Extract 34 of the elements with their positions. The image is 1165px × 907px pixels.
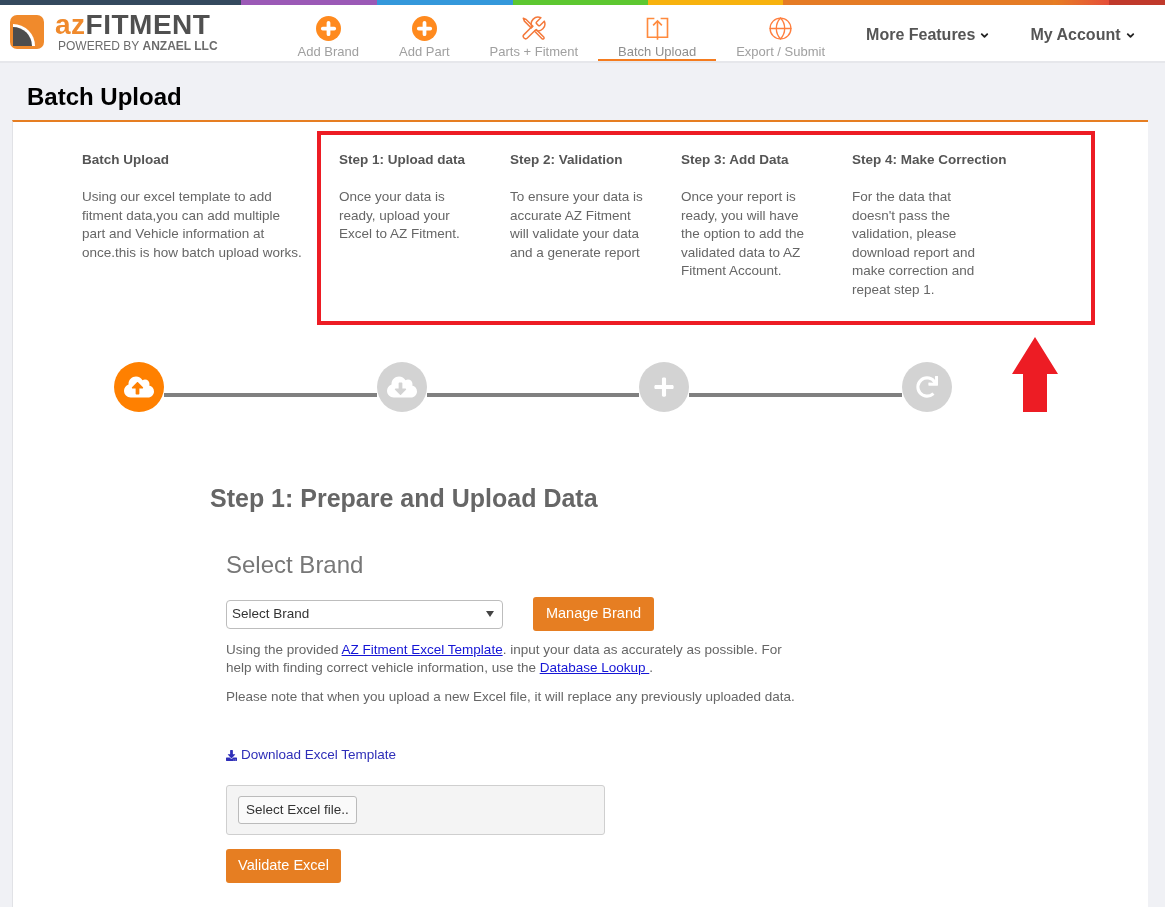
- plus-circle-icon: [315, 16, 341, 41]
- step-text: Once your data is ready, upload your Excel to AZ Fitment.: [339, 188, 461, 243]
- help-link[interactable]: AZ Fitment Excel Template: [341, 642, 503, 657]
- page-title: Batch Upload: [27, 82, 183, 112]
- step-text: For the data that doesn't pass the validation, please download report and make correction and repeat step 1.: [852, 188, 977, 299]
- step-text: Once your report is ready, you will have the option to add the validated data to AZ Fitment Account.: [681, 188, 806, 280]
- logo-wordmark: azFITMENT: [55, 12, 212, 38]
- step-title: Step 2: Validation: [510, 151, 624, 169]
- download-template-link[interactable]: Download Excel Template: [226, 746, 397, 764]
- logo-tagline: POWERED BY ANZAEL LLC: [58, 39, 218, 53]
- menu-dropdown[interactable]: My Account: [1030, 23, 1136, 47]
- brand-select[interactable]: Select Brand: [226, 599, 503, 629]
- step-text: To ensure your data is accurate AZ Fitment will validate your data and a generate report: [510, 188, 644, 262]
- globe-icon: [768, 16, 794, 41]
- step-title: Step 3: Add Data: [681, 151, 790, 169]
- menu-dropdown[interactable]: More Features: [866, 23, 991, 47]
- wrench-screwdriver-icon: [521, 16, 547, 41]
- replace-note: Please note that when you upload a new Excel file, it will replace any previously uploaded data.: [226, 688, 795, 706]
- select-file-button[interactable]: Select Excel file..: [238, 796, 357, 824]
- caret-down-icon: [486, 611, 494, 617]
- help-link[interactable]: Database Lookup: [539, 660, 650, 675]
- file-picker-field[interactable]: Select Excel file..: [226, 785, 605, 835]
- section-heading: Step 1: Prepare and Upload Data: [210, 483, 598, 513]
- select-brand-title: Select Brand: [226, 550, 364, 580]
- help-text: Using the provided AZ Fitment Excel Template. input your data as accurately as possible. For help with finding correct vehicle information, use the Database Lookup .: [226, 641, 783, 677]
- logo-mark-icon: [10, 15, 44, 49]
- up-arrow-icon: [1012, 337, 1058, 412]
- step-title: Step 4: Make Correction: [852, 151, 1008, 169]
- step-title: Step 1: Upload data: [339, 151, 466, 169]
- intro-title: Batch Upload: [82, 151, 170, 169]
- plus-circle-icon: [411, 16, 437, 41]
- intro-text: Using our excel template to add fitment data,you can add multiple part and Vehicle information at once.this is how batch upload works.: [82, 188, 303, 262]
- upload-box-icon: [644, 16, 670, 41]
- download-icon: [226, 749, 237, 761]
